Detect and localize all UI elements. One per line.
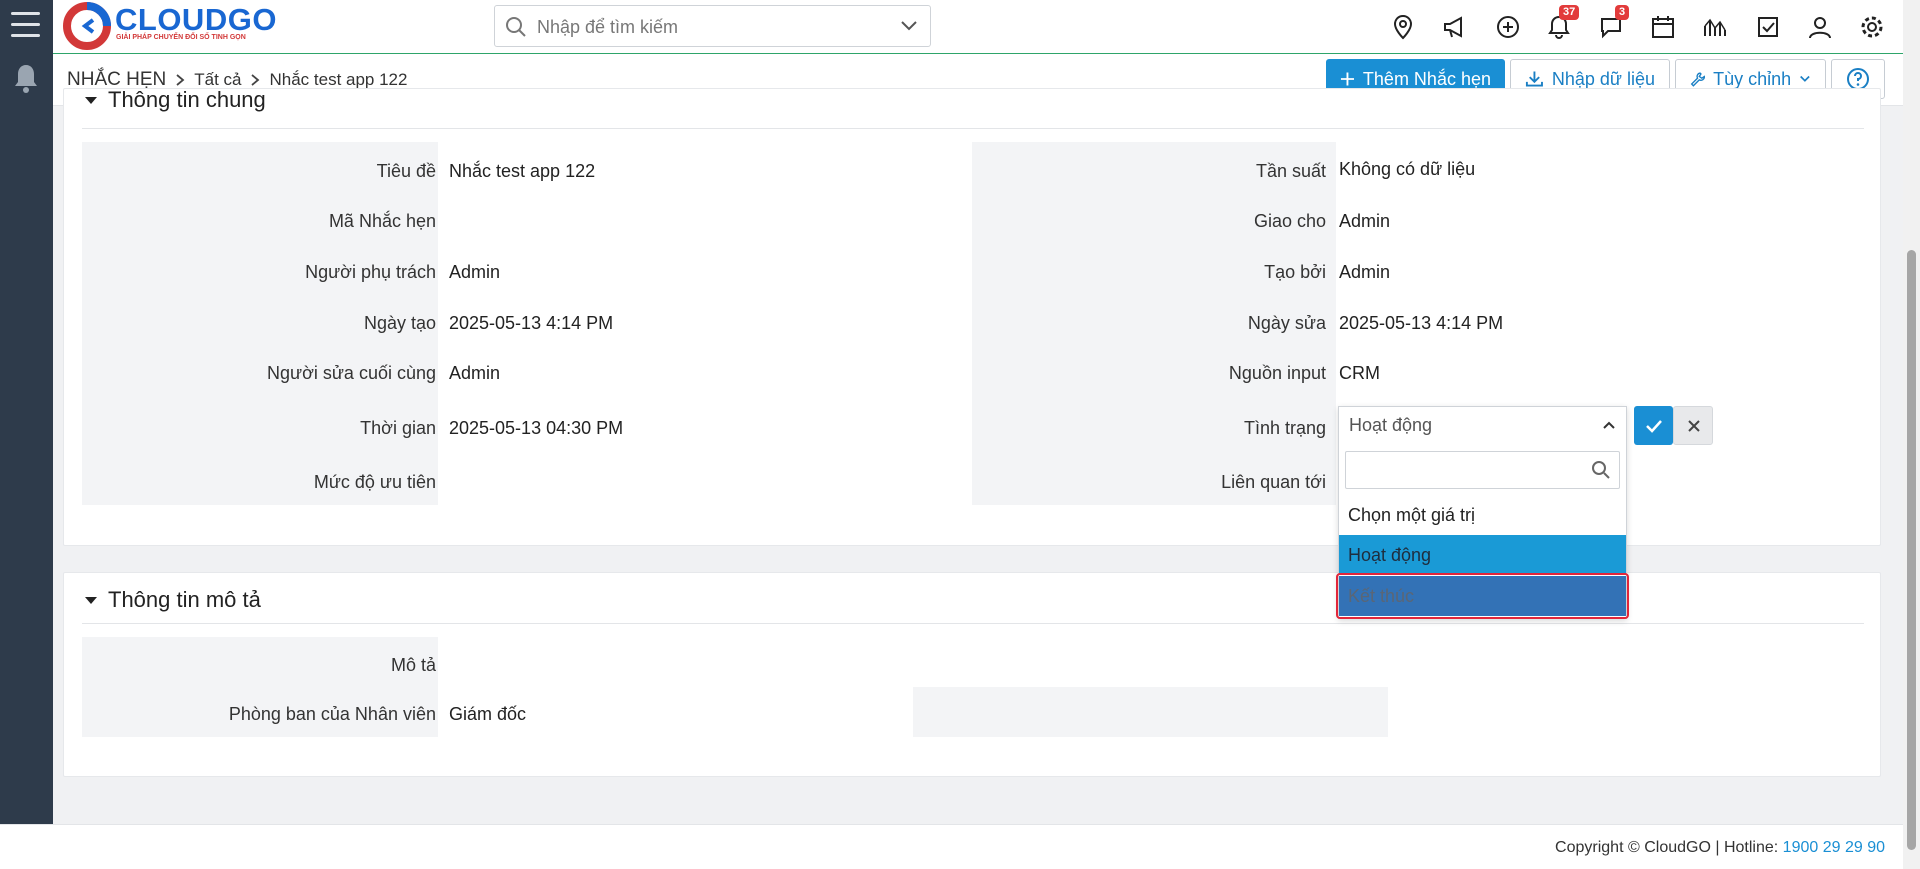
section-title: Thông tin chung (108, 87, 266, 112)
chevron-down-icon[interactable] (900, 19, 918, 33)
field-label: Tiêu đề (376, 161, 436, 181)
field-label: Tần suất (1255, 161, 1326, 181)
general-info-header[interactable]: Thông tin chung (84, 87, 266, 113)
add-reminder-label: Thêm Nhắc hẹn (1362, 68, 1491, 89)
calendar-icon[interactable] (1650, 14, 1676, 40)
field-label: Liên quan tới (1221, 472, 1326, 492)
search-icon (1592, 461, 1610, 479)
logo[interactable]: CLOUDGO GIẢI PHÁP CHUYỂN ĐỔI SỐ TINH GỌN (63, 2, 323, 50)
check-icon (1646, 420, 1662, 433)
field-value[interactable]: CRM (1339, 363, 1380, 384)
save-field-button[interactable] (1634, 406, 1673, 445)
chevron-right-icon (176, 74, 185, 86)
logo-mark-icon (63, 2, 111, 50)
field-label: Tình trạng (1243, 418, 1326, 438)
field-value[interactable]: Admin (1339, 262, 1390, 283)
field-label: Ngày sửa (1247, 313, 1326, 333)
description-header[interactable]: Thông tin mô tả (84, 587, 261, 613)
search-icon (506, 17, 526, 37)
footer: Copyright © CloudGO | Hotline: 1900 29 2… (0, 824, 1903, 869)
gear-icon[interactable] (1859, 14, 1885, 40)
field-value[interactable]: Giám đốc (449, 704, 526, 725)
field-value[interactable]: Admin (449, 262, 500, 283)
checkbox-icon[interactable] (1755, 14, 1781, 40)
field-value[interactable]: 2025-05-13 04:30 PM (449, 418, 623, 439)
field-value[interactable]: Admin (1339, 211, 1390, 232)
field-label: Phòng ban của Nhân viên (228, 704, 436, 724)
notifications[interactable]: 37 (1546, 5, 1580, 40)
chevron-up-icon (1603, 421, 1615, 429)
highlight-annotation (1336, 573, 1629, 619)
top-bar: CLOUDGO GIẢI PHÁP CHUYỂN ĐỔI SỐ TINH GỌN… (53, 0, 1903, 54)
field-value[interactable]: Không có dữ liệu (1339, 159, 1475, 180)
logo-text: CLOUDGO (115, 2, 277, 37)
field-label: Mã Nhắc hẹn (328, 211, 436, 231)
hamburger-menu-icon[interactable] (11, 12, 41, 40)
close-icon (1688, 420, 1700, 432)
footer-text: Copyright © CloudGO | Hotline: 1900 29 2… (1555, 839, 1885, 856)
notifications-badge: 37 (1559, 5, 1580, 20)
field-label: Người sửa cuối cùng (267, 363, 436, 383)
caret-down-icon (85, 97, 97, 104)
scrollbar-thumb[interactable] (1907, 250, 1916, 850)
divider (82, 623, 1864, 624)
import-data-label: Nhập dữ liệu (1551, 68, 1655, 89)
field-label: Nguồn input (1228, 363, 1326, 383)
section-title: Thông tin mô tả (108, 587, 261, 612)
customize-label: Tùy chỉnh (1713, 68, 1792, 89)
status-selected-value: Hoạt động (1349, 415, 1433, 435)
field-label: Thời gian (360, 418, 436, 438)
bell-icon[interactable] (12, 62, 40, 96)
messages-badge: 3 (1615, 5, 1630, 20)
copyright: Copyright © CloudGO (1555, 839, 1711, 856)
field-label: Người phụ trách (305, 262, 436, 282)
divider (82, 128, 1864, 129)
location-icon[interactable] (1390, 14, 1416, 40)
field-value[interactable]: 2025-05-13 4:14 PM (449, 313, 613, 334)
hotline-label: Hotline: (1723, 839, 1779, 856)
status-select[interactable]: Hoạt động (1339, 407, 1626, 443)
hotline-number[interactable]: 1900 29 29 90 (1783, 839, 1885, 856)
sidebar (0, 0, 53, 824)
field-label: Mô tả (390, 655, 436, 675)
field-label: Mức độ ưu tiên (313, 472, 436, 492)
plus-icon (1340, 72, 1354, 86)
dropdown-option[interactable]: Chọn một giá trị (1339, 495, 1626, 535)
search-placeholder: Nhập để tìm kiếm (537, 17, 679, 37)
user-icon[interactable] (1807, 14, 1833, 40)
chevron-down-icon (1800, 75, 1810, 82)
empty-field-area (913, 687, 1388, 737)
breadcrumb-record: Nhắc test app 122 (269, 70, 408, 89)
wrench-icon (1690, 72, 1705, 87)
field-value[interactable]: 2025-05-13 4:14 PM (1339, 313, 1503, 334)
field-label: Ngày tạo (363, 313, 436, 333)
logo-tagline: GIẢI PHÁP CHUYỂN ĐỔI SỐ TINH GỌN (116, 34, 246, 41)
add-circle-icon[interactable] (1495, 14, 1521, 40)
field-value[interactable]: Admin (449, 363, 500, 384)
global-search[interactable]: Nhập để tìm kiếm (494, 5, 931, 47)
field-value[interactable]: Nhắc test app 122 (449, 161, 595, 182)
megaphone-icon[interactable] (1442, 14, 1468, 40)
chart-icon[interactable] (1702, 14, 1728, 40)
cancel-field-button[interactable] (1673, 406, 1713, 445)
chevron-right-icon (251, 74, 260, 86)
download-icon (1525, 71, 1543, 87)
field-label: Tạo bởi (1264, 262, 1326, 282)
caret-down-icon (85, 597, 97, 604)
dropdown-option-selected[interactable]: Hoạt động (1339, 535, 1626, 575)
dropdown-search-input[interactable] (1345, 451, 1620, 489)
field-label: Giao cho (1253, 211, 1326, 231)
messages[interactable]: 3 (1598, 5, 1630, 40)
